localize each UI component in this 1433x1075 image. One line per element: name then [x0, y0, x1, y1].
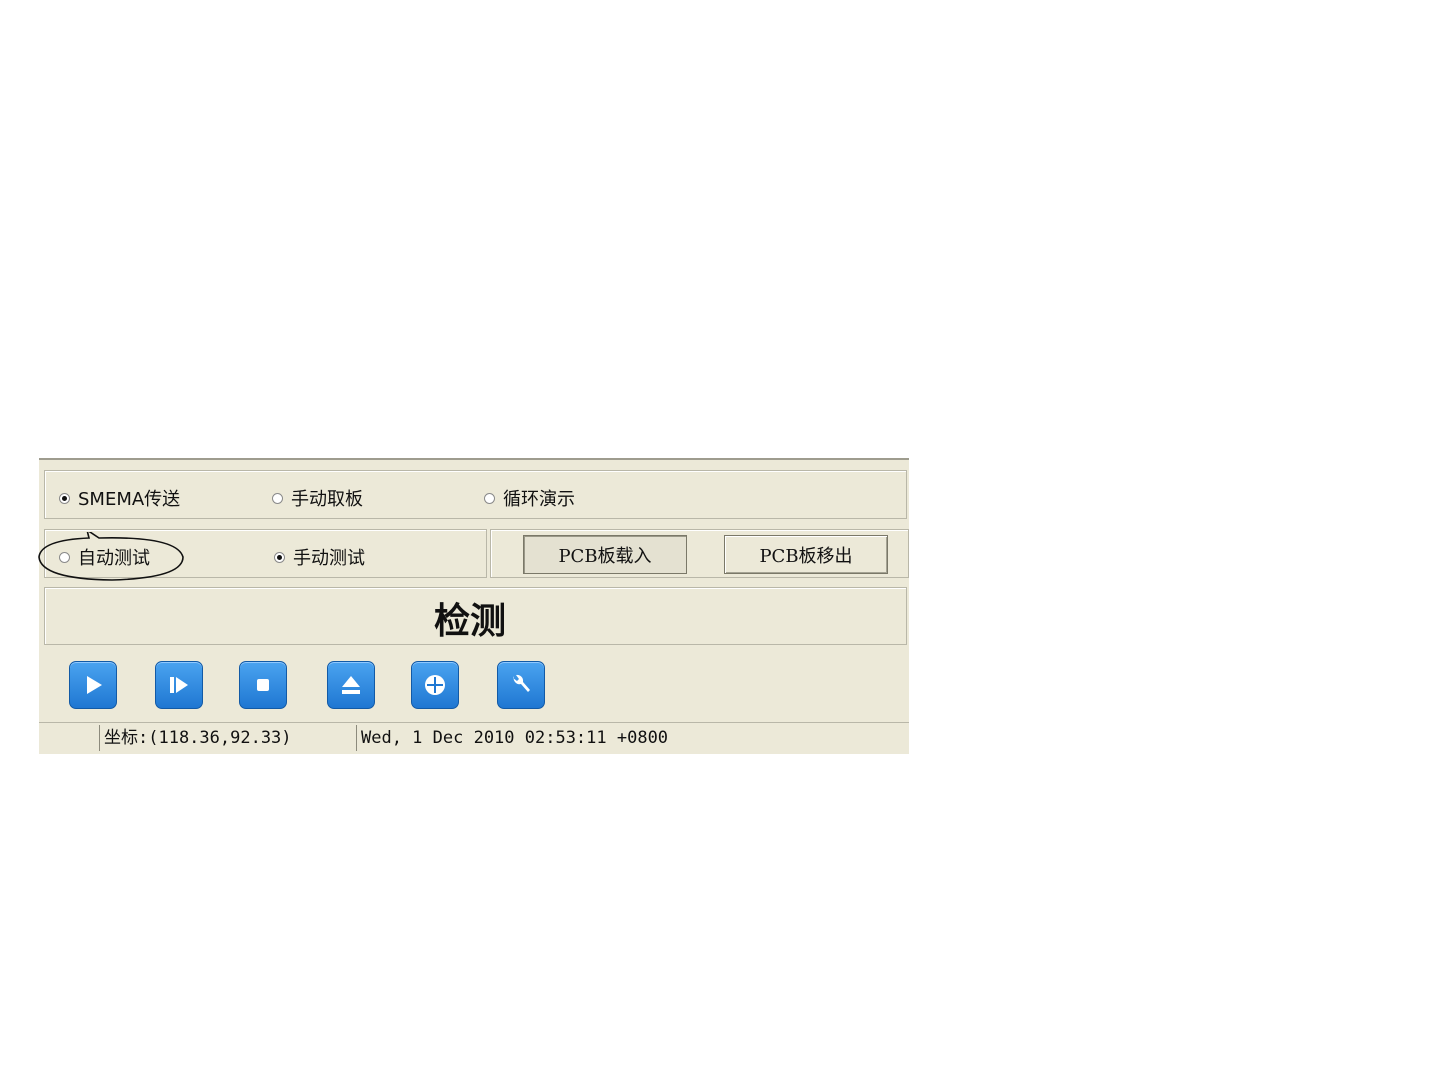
crosshair-button[interactable] — [411, 661, 459, 709]
transfer-mode-group: SMEMA传送 手动取板 循环演示 — [44, 470, 907, 519]
title-bar: 检测 — [44, 587, 907, 645]
radio-dot-selected — [274, 551, 285, 563]
radio-dot — [272, 492, 283, 504]
radio-dot — [484, 492, 495, 504]
radio-manual-test-label: 手动测试 — [293, 548, 365, 569]
status-datetime: Wed, 1 Dec 2010 02:53:11 +0800 — [356, 725, 909, 751]
step-icon — [170, 677, 188, 693]
crosshair-icon — [425, 675, 445, 695]
control-panel: SMEMA传送 手动取板 循环演示 自动测试 手动测试 PCB板载入 PCB板移… — [38, 458, 909, 754]
pcb-unload-button[interactable]: PCB板移出 — [724, 535, 888, 574]
radio-manual-test[interactable]: 手动测试 — [274, 544, 365, 570]
stop-icon — [257, 679, 269, 691]
callout-annotation — [38, 532, 184, 581]
settings-button[interactable] — [497, 661, 545, 709]
pcb-button-group: PCB板载入 PCB板移出 — [490, 529, 909, 578]
stop-button[interactable] — [239, 661, 287, 709]
radio-dot-selected — [59, 492, 70, 504]
radio-loop-demo-label: 循环演示 — [503, 489, 575, 510]
radio-manual-board[interactable]: 手动取板 — [272, 485, 363, 511]
play-button[interactable] — [69, 661, 117, 709]
page-title: 检测 — [434, 600, 507, 642]
wrench-icon — [513, 674, 530, 692]
play-icon — [87, 676, 102, 694]
radio-smema-label: SMEMA传送 — [78, 489, 181, 510]
toolbar — [42, 647, 907, 721]
status-bar: 坐标:(118.36,92.33) Wed, 1 Dec 2010 02:53:… — [39, 722, 909, 753]
radio-smema[interactable]: SMEMA传送 — [59, 485, 180, 511]
eject-button[interactable] — [327, 661, 375, 709]
eject-icon — [342, 676, 360, 694]
status-coordinates: 坐标:(118.36,92.33) — [99, 725, 354, 751]
step-button[interactable] — [155, 661, 203, 709]
pcb-load-button[interactable]: PCB板载入 — [523, 535, 687, 574]
radio-manual-board-label: 手动取板 — [291, 489, 363, 510]
radio-loop-demo[interactable]: 循环演示 — [484, 485, 575, 511]
